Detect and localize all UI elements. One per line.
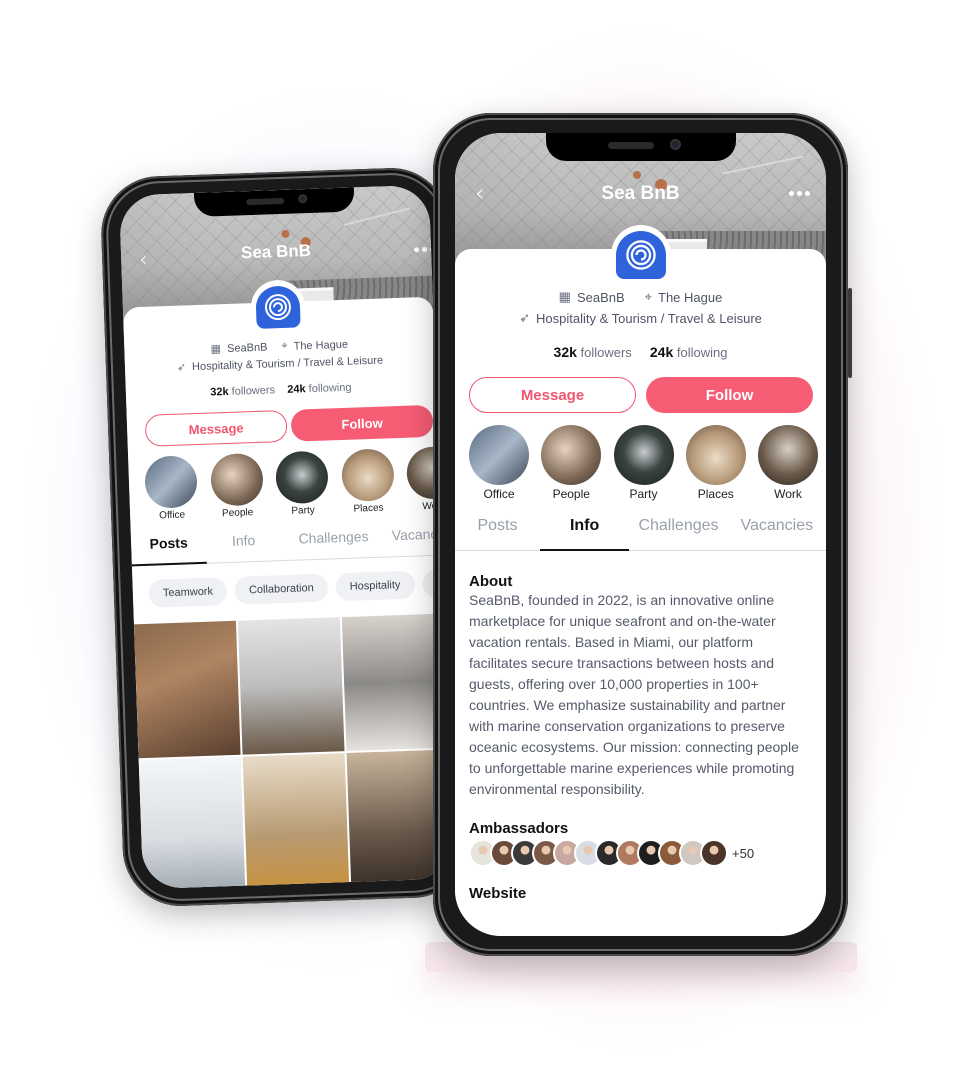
rocket-icon: ➶ [176,361,187,374]
highlight-places[interactable]: Places [685,425,746,501]
highlight-party[interactable]: Party [275,450,329,518]
profile-tabs: Posts Info Challenges Vacancies [455,517,826,551]
phone-back: ‹ Sea BnB ▦ SeaBnB ⌖ The Hague ➶ Hospita… [99,166,473,908]
followers-count: 32k [210,385,229,399]
post-thumbnail[interactable] [242,753,350,890]
tab-challenges[interactable]: Challenges [281,528,387,561]
posts-grid [133,613,454,890]
industry: Hospitality & Tourism / Travel & Leisure [191,354,384,373]
map-pin-icon: ⌖ [644,289,652,304]
tab-challenges[interactable]: Challenges [629,517,727,550]
highlight-office[interactable]: Office [144,455,198,522]
more-icon[interactable] [789,191,810,196]
highlight-places[interactable]: Places [340,448,395,515]
post-thumbnail[interactable] [237,617,345,755]
more-icon[interactable] [413,246,436,253]
profile-card: ▦ SeaBnB ⌖ The Hague ➶ Hospitality & Tou… [455,249,826,936]
story-highlights: Office People Party Places Work [128,436,454,522]
chip-collaboration[interactable]: Collaboration [234,573,329,605]
following-count: 24k [649,344,674,360]
phone-back-screen: ‹ Sea BnB ▦ SeaBnB ⌖ The Hague ➶ Hospita… [118,184,454,890]
message-button[interactable]: Message [144,409,288,447]
map-pin-icon: ⌖ [281,339,288,353]
following-label: following [676,345,728,360]
company-logo [610,225,671,285]
industry: Hospitality & Tourism / Travel & Leisure [536,310,762,326]
follow-button[interactable]: Follow [290,404,434,442]
following-count: 24k [287,383,306,396]
ambassadors-heading: Ambassadors [469,820,569,837]
highlight-office[interactable]: Office [469,425,529,501]
message-button[interactable]: Message [469,377,636,413]
tab-info[interactable]: Info [539,517,630,551]
spiral-logo-icon [264,294,291,321]
ambassadors-more-count[interactable]: +50 [732,846,754,861]
side-button [848,288,852,378]
profile-card: ▦ SeaBnB ⌖ The Hague ➶ Hospitality & Tou… [122,296,454,890]
company-name: SeaBnB [226,341,268,355]
followers-label: followers [231,384,276,398]
phone-main: ‹ Sea BnB ▦ SeaBnB ⌖ The Hague ➶ Hospita… [433,113,852,956]
tab-posts[interactable]: Posts [455,517,540,550]
building-icon: ▦ [558,289,571,304]
highlight-people[interactable]: People [541,425,602,501]
about-heading: About [469,573,513,590]
tab-info[interactable]: Info [206,531,282,563]
location: The Hague [658,289,723,305]
follow-stats: 32k followers 24k following [455,344,826,360]
follow-button[interactable]: Follow [646,377,813,413]
tab-posts[interactable]: Posts [131,534,207,566]
chip-hospitality[interactable]: Hospitality [335,570,415,602]
story-highlights: Office People Party Places Work [455,413,826,501]
followers-label: followers [580,345,632,360]
followers-count: 32k [553,344,577,360]
highlight-people[interactable]: People [209,452,264,520]
tab-vacancies[interactable]: Vacancies [728,517,826,550]
highlight-party[interactable]: Party [613,425,674,501]
rocket-icon: ➶ [519,310,530,325]
spiral-logo-icon [625,240,656,270]
post-thumbnail[interactable] [133,620,241,759]
ambassador-avatar[interactable] [700,839,728,867]
following-label: following [308,381,352,396]
ambassadors-list[interactable]: +50 [469,839,812,867]
post-thumbnail[interactable] [138,756,246,890]
location: The Hague [293,338,349,353]
page-title: Sea BnB [601,183,680,204]
phone-main-screen: ‹ Sea BnB ▦ SeaBnB ⌖ The Hague ➶ Hospita… [455,133,826,936]
building-icon: ▦ [210,343,222,356]
info-section: About SeaBnB, founded in 2022, is an inn… [455,551,826,902]
highlight-work[interactable]: Work [758,425,818,501]
company-name: SeaBnB [576,289,625,305]
chip-teamwork[interactable]: Teamwork [148,577,228,608]
notch [545,133,736,161]
website-heading: Website [469,885,527,902]
about-text: SeaBnB, founded in 2022, is an innovativ… [469,592,799,797]
